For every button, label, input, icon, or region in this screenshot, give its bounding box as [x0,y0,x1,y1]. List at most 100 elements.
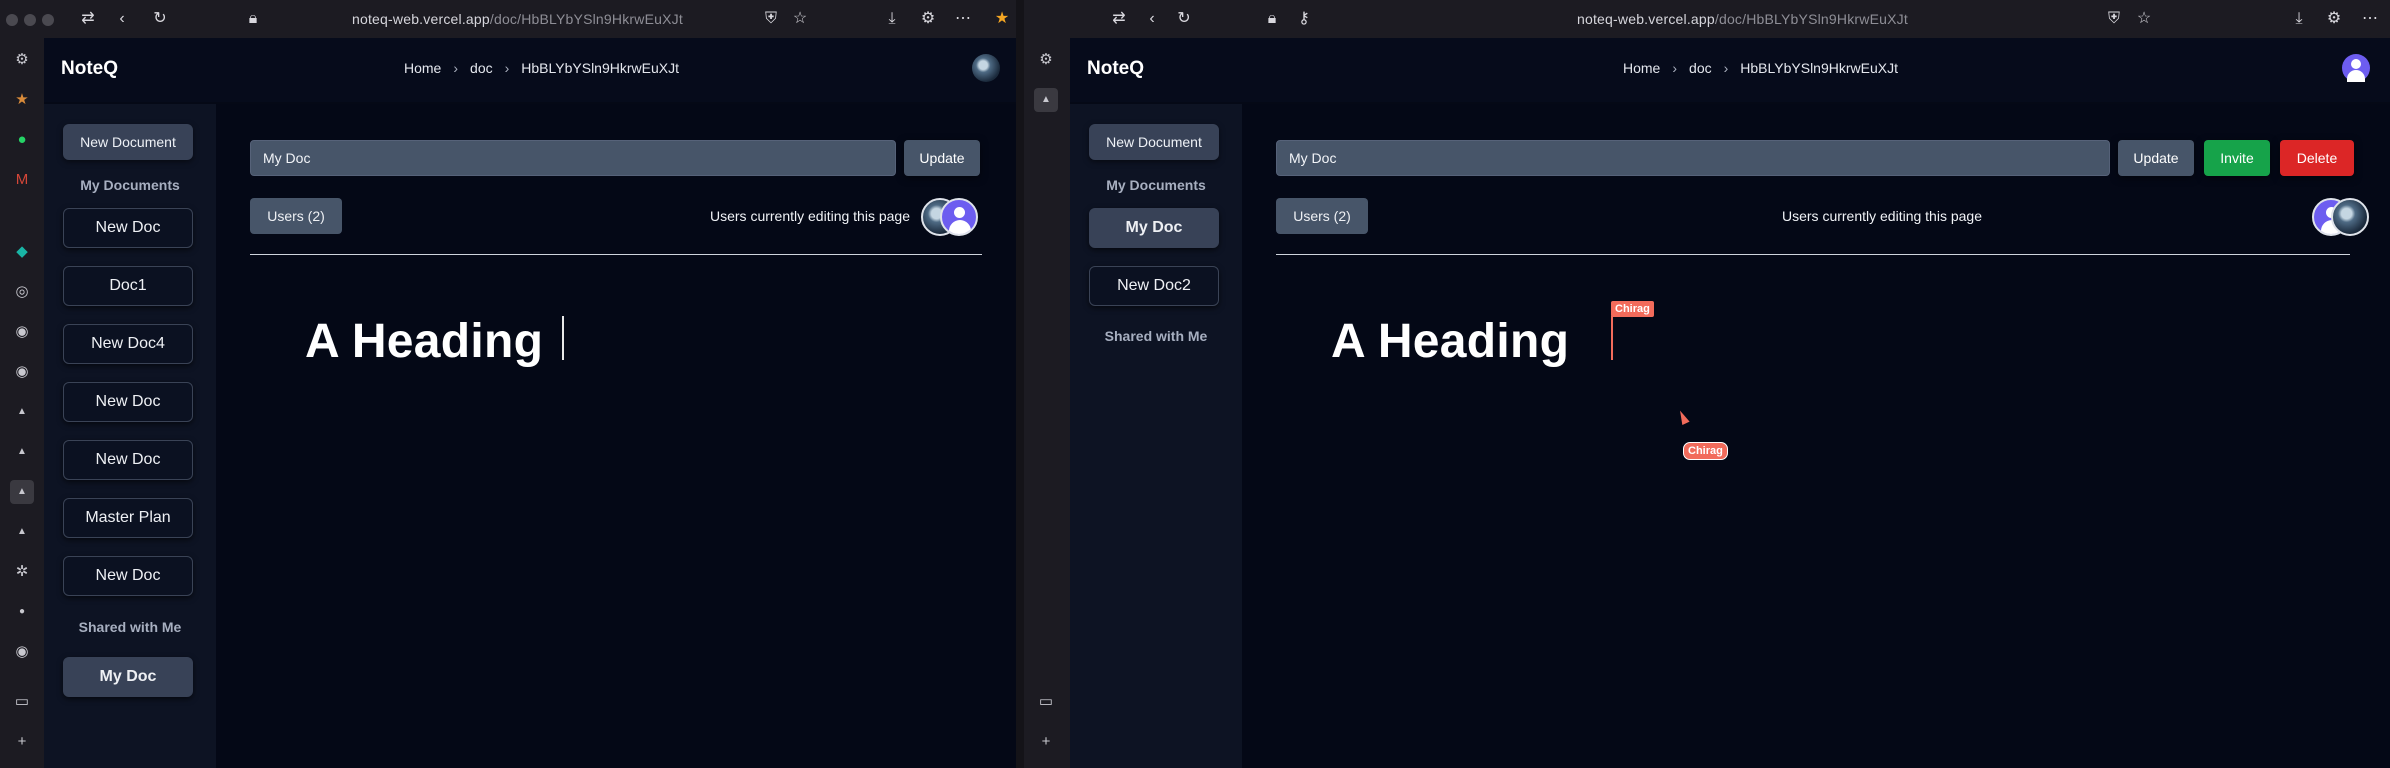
document-item[interactable]: New Doc [63,208,193,248]
reload-icon[interactable]: ↻ [150,9,170,29]
browser-window-right: ⇄ ‹ ↻ 🔒︎ ⚷ noteq-web.vercel.app/doc/HbBL… [1024,0,2390,768]
extensions-icon[interactable]: ⚙ [918,9,938,29]
extensions-icon[interactable]: ⚙ [2324,9,2344,29]
document-heading[interactable]: A Heading [1331,314,1569,369]
starred-icon[interactable]: ★ [10,88,34,112]
breadcrumb-doc[interactable]: doc [1689,60,1712,76]
browser-window-left: ⇄ ‹ ↻ 🔒︎ noteq-web.vercel.app/doc/HbBLYb… [0,0,1016,768]
breadcrumb-doc[interactable]: doc [470,60,493,76]
window-controls[interactable] [6,14,54,26]
address-bar[interactable]: noteq-web.vercel.app/doc/HbBLYbYSln9Hkrw… [1577,11,1908,27]
panel-toggle-icon[interactable]: ▭ [10,690,34,714]
breadcrumb: Home › doc › HbBLYbYSln9HkrwEuXJt [404,60,679,76]
swap-tabs-icon[interactable]: ⇄ [78,9,98,29]
breadcrumb-id: HbBLYbYSln9HkrwEuXJt [1740,60,1898,76]
back-icon[interactable]: ‹ [1142,9,1162,29]
settings-icon[interactable]: ⚙ [10,48,34,72]
editor-avatar-person [940,198,978,236]
breadcrumb-separator: › [504,60,510,76]
shield-icon[interactable]: ⛨ [2104,9,2124,29]
document-item[interactable]: New Doc [63,440,193,480]
reload-icon[interactable]: ↻ [1174,9,1194,29]
menu-dots-icon[interactable]: ⋯ [953,9,973,29]
document-item[interactable]: New Doc [63,382,193,422]
users-button[interactable]: Users (2) [1276,198,1368,234]
bookmark-star-icon[interactable]: ☆ [790,9,810,29]
back-icon[interactable]: ‹ [112,9,132,29]
update-button[interactable]: Update [904,140,980,176]
key-icon[interactable]: ⚷ [1294,9,1314,29]
document-title-input[interactable]: My Doc [1276,140,2110,176]
vercel-icon-active[interactable]: ▲ [1034,88,1058,112]
breadcrumb-home[interactable]: Home [404,60,441,76]
lock-icon: 🔒︎ [248,10,258,27]
browser-toolbar: ⇄ ‹ ↻ 🔒︎ ⚷ noteq-web.vercel.app/doc/HbBL… [1024,0,2390,38]
vercel-icon-active[interactable]: ▲ [10,480,34,504]
document-title-input[interactable]: My Doc [250,140,896,176]
github-icon-3[interactable]: ◉ [10,640,34,664]
invite-button[interactable]: Invite [2204,140,2270,176]
document-item[interactable]: New Doc4 [63,324,193,364]
remote-caret [1611,316,1613,360]
user-avatar[interactable] [972,54,1000,82]
breadcrumb: Home › doc › HbBLYbYSln9HkrwEuXJt [1623,60,1898,76]
editor-area: My Doc Update Users (2) Users currently … [216,104,1016,768]
breadcrumb-separator: › [453,60,459,76]
favorite-star-icon[interactable]: ★ [992,9,1012,29]
editor-avatar [2331,198,2369,236]
breadcrumb-separator: › [1672,60,1678,76]
shield-icon[interactable]: ⛨ [761,9,781,29]
document-item[interactable]: New Doc2 [1089,266,1219,306]
download-icon[interactable]: ⤓ [882,9,902,29]
gmail-icon[interactable]: M [10,168,34,192]
users-editing-label: Users currently editing this page [710,208,910,224]
documents-sidebar: New Document My Documents New Doc Doc1 N… [44,104,216,768]
swap-tabs-icon[interactable]: ⇄ [1109,9,1129,29]
text-caret [562,316,564,360]
document-item-selected[interactable]: My Doc [1089,208,1219,248]
add-icon[interactable]: + [10,730,34,754]
brand-logo[interactable]: NoteQ [1087,58,1144,80]
vercel-icon[interactable]: ▲ [10,400,34,424]
lock-icon: 🔒︎ [1267,10,1277,27]
new-document-button[interactable]: New Document [1089,124,1219,160]
globe-icon[interactable]: ◎ [10,280,34,304]
menu-dots-icon[interactable]: ⋯ [2360,9,2380,29]
github-icon[interactable]: ◉ [10,320,34,344]
document-item[interactable]: Doc1 [63,266,193,306]
breadcrumb-separator: › [1723,60,1729,76]
user-avatar[interactable] [2342,54,2370,82]
shared-document-item[interactable]: My Doc [63,657,193,697]
panel-toggle-icon[interactable]: ▭ [1034,690,1058,714]
my-documents-title: My Documents [80,177,180,193]
update-button[interactable]: Update [2118,140,2194,176]
github-icon-2[interactable]: ◉ [10,360,34,384]
document-item[interactable]: Master Plan [63,498,193,538]
my-documents-title: My Documents [1106,177,1206,193]
document-heading[interactable]: A Heading [305,314,543,369]
bookmark-star-icon[interactable]: ☆ [2134,9,2154,29]
users-button[interactable]: Users (2) [250,198,342,234]
documents-sidebar: New Document My Documents My Doc New Doc… [1070,104,1242,768]
remote-pointer-label: Chirag [1683,442,1728,460]
new-document-button[interactable]: New Document [63,124,193,160]
openai-icon[interactable]: ✲ [10,560,34,584]
circle-app-icon[interactable]: ● [10,600,34,624]
browser-vertical-sidebar: ⚙ ▲ ▭ + [1024,38,1070,768]
app-topbar: NoteQ Home › doc › HbBLYbYSln9HkrwEuXJt [1070,38,2390,102]
vercel-icon-3[interactable]: ▲ [10,520,34,544]
add-icon[interactable]: + [1034,730,1058,754]
whatsapp-icon[interactable]: ● [10,128,34,152]
download-icon[interactable]: ⤓ [2289,9,2309,29]
breadcrumb-home[interactable]: Home [1623,60,1660,76]
vercel-icon-2[interactable]: ▲ [10,440,34,464]
settings-icon[interactable]: ⚙ [1034,48,1058,72]
browser-toolbar: ⇄ ‹ ↻ 🔒︎ noteq-web.vercel.app/doc/HbBLYb… [0,0,1016,38]
address-bar[interactable]: noteq-web.vercel.app/doc/HbBLYbYSln9Hkrw… [352,11,683,27]
divider [1276,254,2350,255]
remote-pointer-icon [1676,408,1690,426]
brand-logo[interactable]: NoteQ [61,58,118,80]
delete-button[interactable]: Delete [2280,140,2354,176]
app-diamond-icon[interactable]: ◆ [10,240,34,264]
document-item[interactable]: New Doc [63,556,193,596]
